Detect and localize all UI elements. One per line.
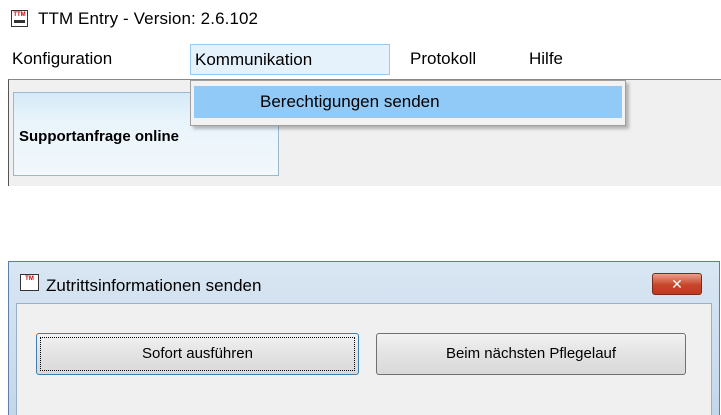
kommunikation-dropdown-menu: Berechtigungen senden bbox=[190, 80, 626, 126]
close-button[interactable]: ✕ bbox=[652, 273, 702, 295]
app-logo-icon: TTM bbox=[11, 10, 28, 27]
next-maintenance-label: Beim nächsten Pflegelauf bbox=[445, 345, 617, 362]
next-maintenance-button[interactable]: Beim nächsten Pflegelauf bbox=[376, 333, 686, 375]
focus-indicator bbox=[40, 337, 355, 371]
app-titlebar: TTM TTM Entry - Version: 2.6.102 bbox=[0, 0, 721, 40]
support-tab-label: Supportanfrage online bbox=[19, 128, 180, 145]
execute-now-button[interactable]: Sofort ausführen bbox=[36, 333, 359, 375]
dialog-title: Zutrittsinformationen senden bbox=[46, 276, 262, 295]
menu-kommunikation[interactable]: Kommunikation bbox=[190, 44, 390, 75]
dialog-logo-text: TM bbox=[25, 276, 34, 282]
menubar: Konfiguration Kommunikation Protokoll Hi… bbox=[8, 44, 608, 76]
app-logo-text: TTM bbox=[13, 12, 26, 18]
menu-item-berechtigungen-senden[interactable]: Berechtigungen senden bbox=[194, 86, 622, 118]
dialog-logo-icon: TM bbox=[20, 274, 39, 291]
menu-konfiguration[interactable]: Konfiguration bbox=[8, 44, 116, 75]
menu-protokoll[interactable]: Protokoll bbox=[406, 44, 480, 75]
app-title: TTM Entry - Version: 2.6.102 bbox=[38, 9, 259, 28]
menu-hilfe[interactable]: Hilfe bbox=[525, 44, 567, 75]
close-icon: ✕ bbox=[671, 276, 683, 292]
